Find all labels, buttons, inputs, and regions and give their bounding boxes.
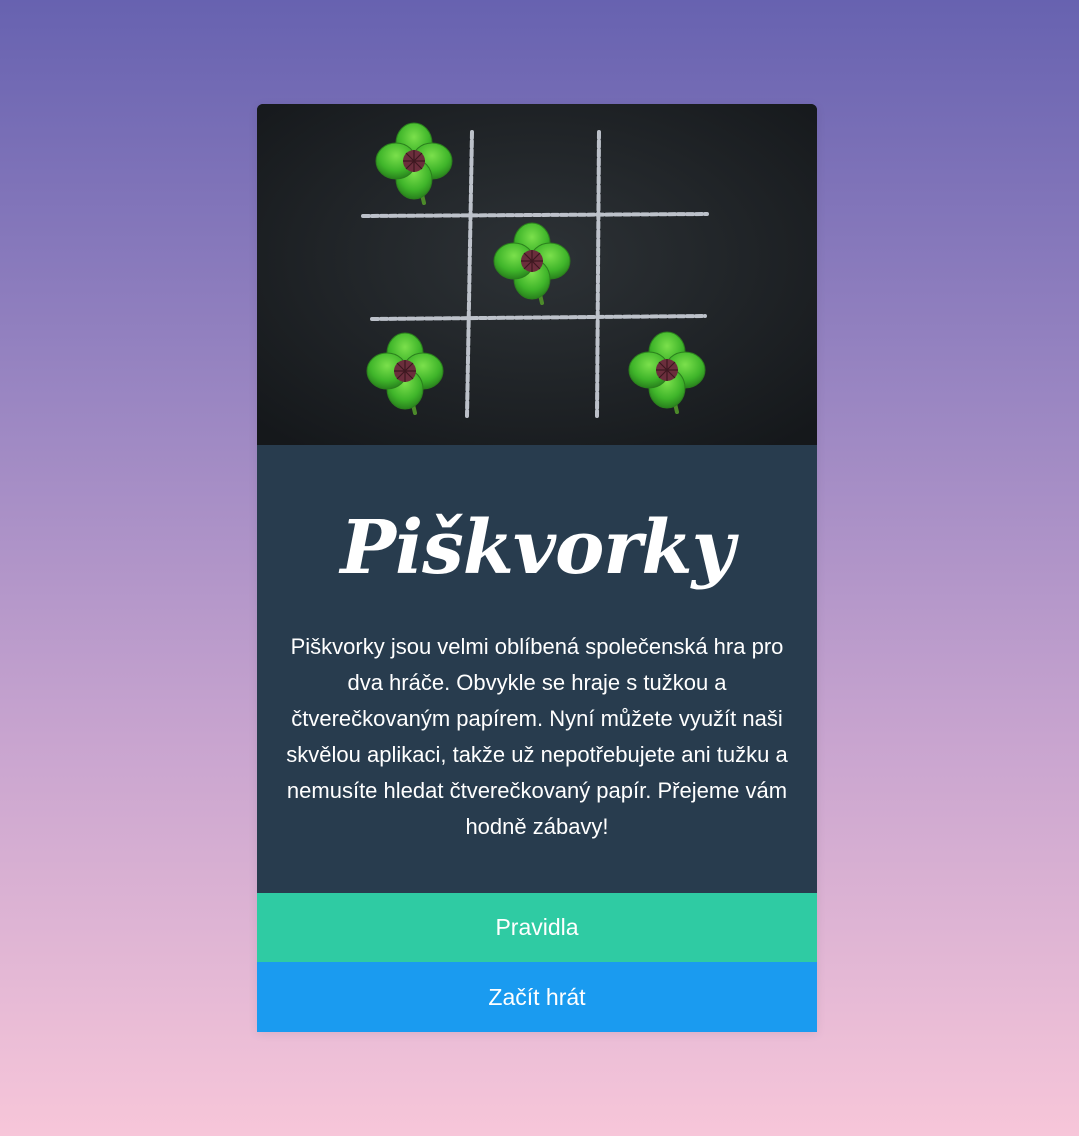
intro-card: Piškvorky Piškvorky jsou velmi oblíbená … <box>257 104 817 1032</box>
page-title: Piškvorky <box>340 505 734 591</box>
start-game-button[interactable]: Začít hrát <box>257 962 817 1032</box>
rules-button[interactable]: Pravidla <box>257 893 817 962</box>
game-description: Piškvorky jsou velmi oblíbená společensk… <box>286 634 788 839</box>
hero-image <box>257 104 817 445</box>
card-content: Piškvorky Piškvorky jsou velmi oblíbená … <box>257 445 817 893</box>
